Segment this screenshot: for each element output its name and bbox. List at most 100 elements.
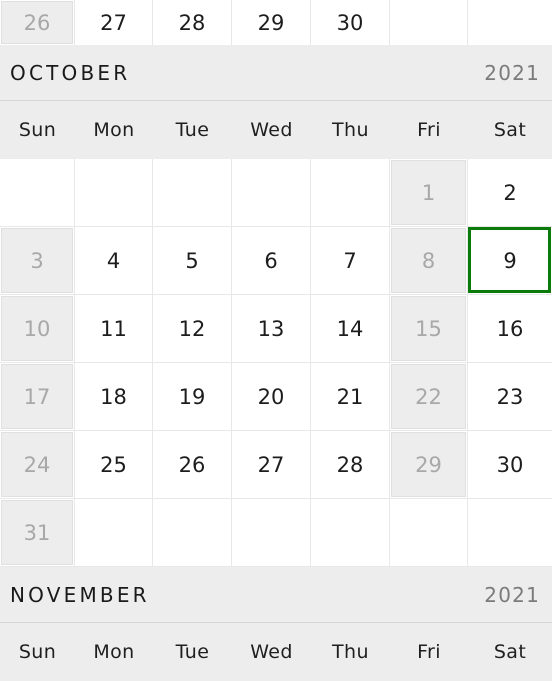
weekday-label-wed: Wed <box>250 119 293 141</box>
day-number: 11 <box>100 316 127 341</box>
day-cell[interactable]: 23 <box>468 363 552 431</box>
day-cell[interactable]: 28 <box>153 0 232 45</box>
day-number: 6 <box>264 248 278 273</box>
day-cell[interactable]: 2 <box>468 159 552 227</box>
day-number: 26 <box>178 452 206 477</box>
day-number: 5 <box>185 248 199 273</box>
day-number: 18 <box>100 384 127 409</box>
day-cell-empty <box>75 159 153 227</box>
day-number: 3 <box>30 248 44 273</box>
month-year-label: 2021 <box>484 60 540 85</box>
month-year-label: 2021 <box>484 582 540 607</box>
day-cell[interactable]: 14 <box>311 295 390 363</box>
day-cell[interactable]: 20 <box>232 363 311 431</box>
day-number: 26 <box>23 10 51 35</box>
day-cell[interactable]: 7 <box>311 227 390 295</box>
day-cell-empty <box>75 499 153 567</box>
day-number: 15 <box>415 316 442 341</box>
month-grid-october: 1 2 3 4 5 6 7 8 9 10 11 12 13 14 15 16 17 18 19 20 21 22 23 24 2… <box>0 159 552 567</box>
day-number: 16 <box>496 316 524 341</box>
day-cell[interactable]: 27 <box>75 0 153 45</box>
calendar: 26 27 28 29 30 OCTOBER 2021 Sun Mon Tue Wed Thu F… <box>0 0 552 681</box>
day-number: 24 <box>23 452 51 477</box>
day-number: 13 <box>257 316 285 341</box>
day-cell[interactable]: 30 <box>468 431 552 499</box>
day-number: 22 <box>415 384 442 409</box>
day-number: 2 <box>503 180 517 205</box>
day-cell[interactable]: 9 <box>468 227 552 295</box>
day-cell[interactable]: 6 <box>232 227 311 295</box>
week-row: 10 11 12 13 14 15 16 <box>0 295 552 363</box>
day-cell-empty <box>390 499 468 567</box>
day-cell[interactable]: 13 <box>232 295 311 363</box>
day-cell[interactable]: 18 <box>75 363 153 431</box>
day-cell[interactable]: 11 <box>75 295 153 363</box>
week-row: 3 4 5 6 7 8 9 <box>0 227 552 295</box>
day-number: 29 <box>415 452 442 477</box>
week-row: 31 <box>0 499 552 567</box>
day-cell-empty <box>311 159 390 227</box>
weekday-header-october: Sun Mon Tue Wed Thu Fri Sat <box>0 101 552 159</box>
weekday-label-tue: Tue <box>175 641 210 663</box>
weekday-header-november: Sun Mon Tue Wed Thu Fri Sat <box>0 623 552 681</box>
day-cell: 1 <box>390 159 468 227</box>
day-number: 14 <box>336 316 364 341</box>
day-number: 28 <box>178 10 206 35</box>
day-cell: 15 <box>390 295 468 363</box>
weekday-label-sat: Sat <box>493 119 527 141</box>
day-cell: 3 <box>0 227 75 295</box>
month-name-label: OCTOBER <box>10 60 131 85</box>
day-cell-empty <box>153 499 232 567</box>
day-number: 10 <box>23 316 51 341</box>
day-cell: 24 <box>0 431 75 499</box>
weekday-label-sun: Sun <box>18 641 57 663</box>
day-number: 21 <box>336 384 364 409</box>
day-number: 23 <box>496 384 524 409</box>
day-cell: 26 <box>0 0 75 45</box>
weekday-label-mon: Mon <box>93 641 135 663</box>
week-row: 17 18 19 20 21 22 23 <box>0 363 552 431</box>
week-row: 24 25 26 27 28 29 30 <box>0 431 552 499</box>
day-number: 30 <box>336 10 364 35</box>
day-cell[interactable]: 27 <box>232 431 311 499</box>
day-number: 8 <box>421 248 436 273</box>
day-cell-empty <box>468 499 552 567</box>
day-cell[interactable]: 19 <box>153 363 232 431</box>
day-cell[interactable]: 4 <box>75 227 153 295</box>
day-number: 27 <box>257 452 285 477</box>
day-cell-empty <box>390 0 468 45</box>
day-number: 28 <box>336 452 364 477</box>
day-cell[interactable]: 30 <box>311 0 390 45</box>
month-name-label: NOVEMBER <box>10 582 150 607</box>
weekday-label-sun: Sun <box>18 119 57 141</box>
day-cell[interactable]: 25 <box>75 431 153 499</box>
day-number: 4 <box>106 248 121 273</box>
day-cell[interactable]: 5 <box>153 227 232 295</box>
day-number: 25 <box>100 452 127 477</box>
month-header-october: OCTOBER 2021 <box>0 45 552 101</box>
weekday-label-tue: Tue <box>175 119 210 141</box>
day-cell-empty <box>232 159 311 227</box>
day-number: 1 <box>421 180 436 205</box>
day-cell: 10 <box>0 295 75 363</box>
day-number: 27 <box>100 10 127 35</box>
day-number: 30 <box>496 452 524 477</box>
day-cell-empty <box>153 159 232 227</box>
day-cell[interactable]: 21 <box>311 363 390 431</box>
day-cell[interactable]: 16 <box>468 295 552 363</box>
weekday-label-fri: Fri <box>417 641 441 663</box>
day-cell[interactable]: 28 <box>311 431 390 499</box>
day-cell[interactable]: 29 <box>232 0 311 45</box>
day-cell[interactable]: 26 <box>153 431 232 499</box>
weekday-label-mon: Mon <box>93 119 135 141</box>
day-number: 20 <box>257 384 285 409</box>
weekday-label-thu: Thu <box>332 641 369 663</box>
weekday-label-fri: Fri <box>417 119 441 141</box>
day-cell[interactable]: 12 <box>153 295 232 363</box>
month-header-november: NOVEMBER 2021 <box>0 567 552 623</box>
day-number: 12 <box>178 316 206 341</box>
weekday-label-thu: Thu <box>332 119 369 141</box>
day-cell: 29 <box>390 431 468 499</box>
weekday-label-sat: Sat <box>493 641 527 663</box>
week-row: 12 <box>0 159 552 227</box>
